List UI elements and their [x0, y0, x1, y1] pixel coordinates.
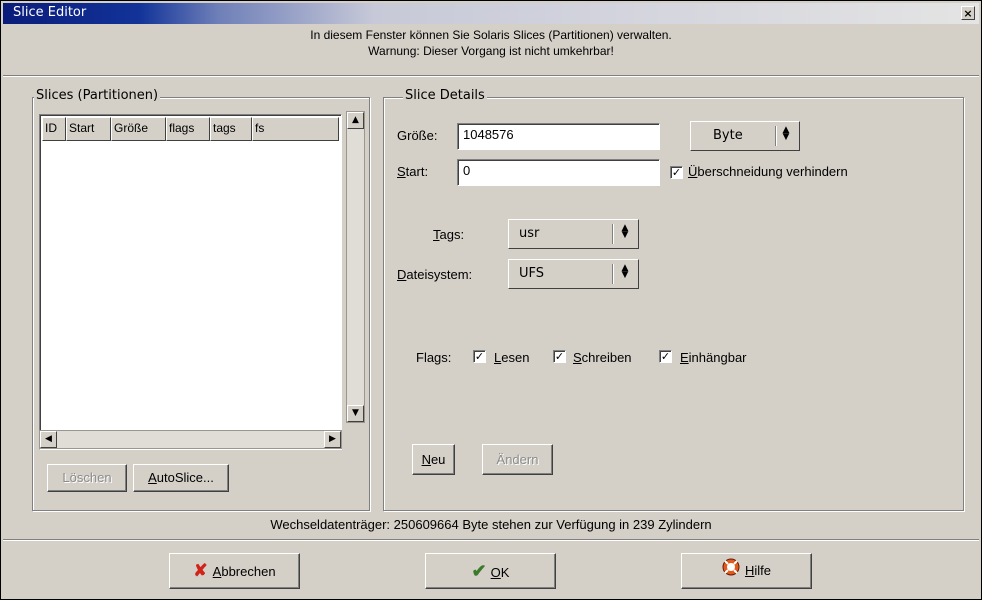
slice-details-frame-label: Slice Details — [403, 88, 487, 103]
spinner-icon: ▲ ▼ — [621, 223, 629, 240]
close-icon: × — [963, 7, 973, 20]
info-text: In diesem Fenster können Sie Solaris Sli… — [1, 27, 981, 59]
new-button-label: Neu — [421, 452, 446, 467]
ok-button[interactable]: ✔ OK — [425, 553, 556, 589]
flag-read-checkbox[interactable]: ✓ — [473, 350, 486, 363]
autoslice-button[interactable]: AutoSlice... — [133, 464, 229, 492]
filesystem-select[interactable]: UFS ▲ ▼ — [508, 259, 639, 289]
delete-button-label: Löschen — [62, 470, 112, 485]
autoslice-button-label: AutoSlice... — [148, 470, 214, 485]
flag-mount-checkbox[interactable]: ✓ — [659, 350, 672, 363]
change-button[interactable]: Ändern — [482, 444, 553, 475]
column-header-fs[interactable]: fs — [252, 117, 339, 141]
flag-write-checkbox[interactable]: ✓ — [553, 350, 566, 363]
column-header-id[interactable]: ID — [42, 117, 66, 141]
start-input[interactable]: 0 — [457, 159, 660, 186]
new-button[interactable]: Neu — [412, 444, 455, 475]
window-title: Slice Editor — [13, 5, 87, 20]
tags-select[interactable]: usr ▲ ▼ — [508, 219, 639, 249]
slices-list[interactable]: ID Start Größe flags tags fs — [39, 114, 342, 450]
filesystem-label: Dateisystem: — [397, 267, 473, 282]
column-header-flags[interactable]: flags — [166, 117, 210, 141]
info-line-1: In diesem Fenster können Sie Solaris Sli… — [310, 28, 672, 42]
start-label: Start: — [397, 164, 429, 179]
close-button[interactable]: × — [961, 6, 975, 20]
filesystem-value: UFS — [519, 266, 545, 281]
size-label: Größe: — [397, 128, 438, 143]
spinner-icon: ▲ ▼ — [621, 263, 629, 280]
scroll-right-icon[interactable]: ▶ — [324, 431, 341, 448]
slices-frame-label: Slices (Partitionen) — [34, 88, 161, 103]
overlap-checkbox[interactable]: ✓ — [670, 166, 683, 179]
ok-button-label: OK — [490, 565, 510, 580]
separator — [3, 75, 979, 77]
separator — [3, 539, 979, 541]
column-header-start[interactable]: Start — [66, 117, 111, 141]
scroll-up-icon[interactable]: ▲ — [347, 112, 364, 129]
size-unit-value: Byte — [713, 128, 743, 143]
size-unit-select[interactable]: Byte ▲ ▼ — [690, 121, 800, 151]
title-bar[interactable]: Slice Editor × — [3, 3, 979, 24]
flag-write-label: Schreiben — [573, 350, 632, 365]
help-button[interactable]: Hilfe — [681, 553, 812, 589]
overlap-label: Überschneidung verhindern — [688, 164, 848, 179]
slice-editor-window: Slice Editor × In diesem Fenster können … — [0, 0, 982, 600]
flag-mount-label: Einhängbar — [680, 350, 747, 365]
scroll-left-icon[interactable]: ◀ — [40, 431, 57, 448]
lifebuoy-icon — [722, 555, 740, 589]
info-line-2: Warnung: Dieser Vorgang ist nicht umkehr… — [368, 44, 614, 58]
spinner-icon: ▲ ▼ — [782, 125, 790, 142]
cancel-button-label: Abbrechen — [212, 564, 276, 579]
flags-label: Flags: — [416, 350, 452, 365]
vertical-scrollbar[interactable]: ▲ ▼ — [346, 111, 365, 423]
horizontal-scrollbar[interactable]: ◀ ▶ — [39, 430, 342, 449]
column-header-size[interactable]: Größe — [111, 117, 166, 141]
status-text: Wechseldatenträger: 250609664 Byte stehe… — [270, 517, 712, 532]
red-x-icon: ✘ — [193, 561, 208, 580]
tags-value: usr — [519, 226, 540, 241]
cancel-button[interactable]: ✘ Abbrechen — [169, 553, 300, 589]
column-header-tags[interactable]: tags — [210, 117, 252, 141]
delete-button[interactable]: Löschen — [47, 464, 127, 492]
flag-read-label: Lesen — [494, 350, 530, 365]
tags-label: Tags: — [433, 227, 465, 242]
green-check-icon: ✔ — [471, 561, 487, 581]
scroll-down-icon[interactable]: ▼ — [347, 405, 364, 422]
help-button-label: Hilfe — [744, 563, 771, 578]
size-input[interactable]: 1048576 — [457, 123, 660, 150]
change-button-label: Ändern — [496, 452, 539, 467]
